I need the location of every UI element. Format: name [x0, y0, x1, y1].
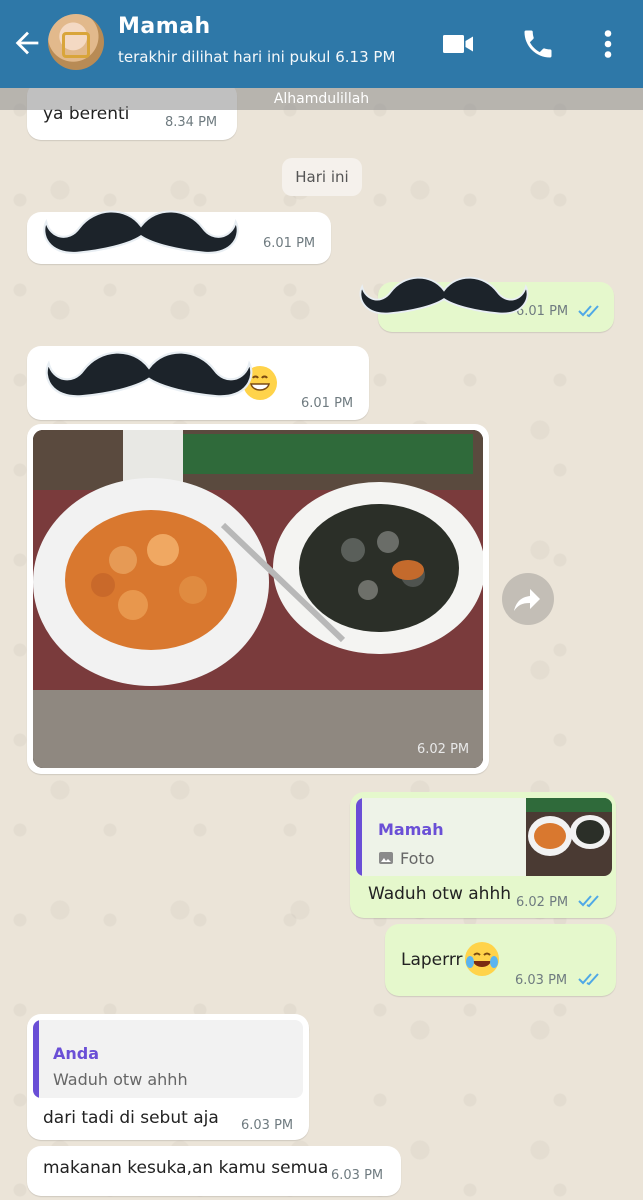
quote-author: Mamah — [378, 820, 444, 839]
chat-header: Mamah terakhir dilihat hari ini pukul 6.… — [0, 0, 643, 88]
double-check-icon — [578, 895, 599, 908]
message-bubble-incoming[interactable]: makanan kesuka,an kamu semua 6.03 PM — [27, 1146, 401, 1196]
quote-accent-bar — [356, 798, 362, 876]
quote-text: Foto — [400, 849, 435, 868]
quote-author: Anda — [53, 1044, 100, 1063]
message-text: dari tadi di sebut aja — [43, 1108, 219, 1128]
last-seen-status: terakhir dilihat hari ini pukul 6.13 PM — [118, 48, 396, 66]
food-photo[interactable] — [33, 430, 483, 768]
message-time: 6.01 PM — [263, 236, 316, 251]
message-bubble-outgoing[interactable]: Laperrr 6.03 PM — [385, 924, 616, 996]
date-chip: Hari ini — [282, 158, 362, 196]
quoted-message[interactable]: Mamah Foto — [356, 798, 612, 876]
contact-name[interactable]: Mamah — [118, 14, 211, 39]
double-check-icon — [578, 305, 599, 318]
mustache-sticker — [45, 351, 253, 398]
quote-thumbnail — [526, 798, 612, 876]
image-icon — [379, 852, 393, 864]
mustache-sticker — [359, 276, 529, 315]
message-bubble-outgoing[interactable]: Mamah Foto Waduh otw ahhh 6.02 PM — [350, 792, 616, 918]
forward-button[interactable] — [502, 573, 554, 625]
photo-message-incoming[interactable]: 6.02 PM — [27, 424, 489, 774]
message-time: 6.03 PM — [331, 1168, 384, 1183]
message-text: makanan kesuka,an kamu semua — [43, 1158, 329, 1178]
message-text: Waduh otw ahhh — [368, 884, 511, 904]
message-text: Laperrr — [401, 950, 463, 970]
quote-text: Waduh otw ahhh — [53, 1070, 188, 1089]
message-bubble-incoming[interactable]: Anda Waduh otw ahhh dari tadi di sebut a… — [27, 1014, 309, 1140]
avatar[interactable] — [48, 14, 104, 70]
tears-of-joy-emoji-icon — [465, 942, 499, 976]
message-time: 6.03 PM — [241, 1118, 294, 1133]
phone-icon[interactable] — [520, 26, 556, 62]
message-time: 6.02 PM — [417, 742, 470, 757]
quoted-message[interactable]: Anda Waduh otw ahhh — [33, 1020, 303, 1098]
message-time: 6.01 PM — [301, 396, 354, 411]
message-time: 8.34 PM — [165, 115, 218, 130]
video-call-icon[interactable] — [440, 26, 476, 62]
message-time: 6.02 PM — [516, 895, 569, 910]
mustache-sticker — [43, 210, 239, 254]
sticky-date-banner: Alhamdulillah — [0, 88, 643, 110]
message-time: 6.03 PM — [515, 973, 568, 988]
more-vert-icon[interactable] — [590, 26, 626, 62]
forward-icon — [514, 589, 540, 611]
back-arrow-icon[interactable] — [10, 26, 44, 60]
quote-accent-bar — [33, 1020, 39, 1098]
double-check-icon — [578, 973, 599, 986]
